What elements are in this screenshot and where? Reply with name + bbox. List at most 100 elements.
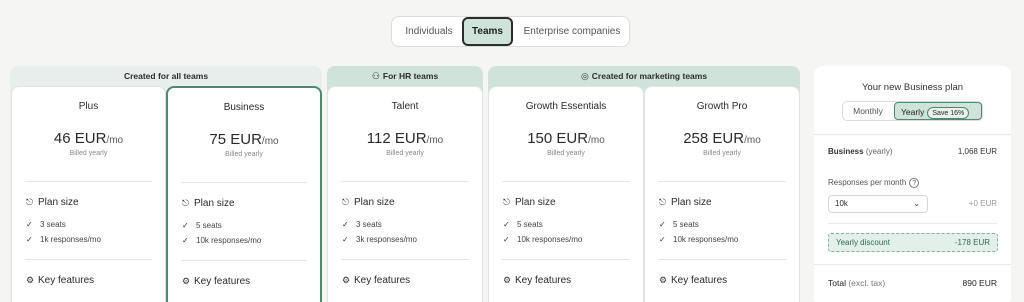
feature-text: 10k responses/mo	[517, 235, 583, 244]
responses-label: Responses per month	[828, 178, 907, 187]
check-icon: ✓	[659, 235, 666, 244]
billing-note: Billed yearly	[703, 150, 741, 157]
plan-size-label: Plan size	[38, 197, 79, 208]
price-unit: /mo	[744, 135, 761, 146]
tag-icon: ⎋	[26, 197, 34, 207]
plan-size-label: Plan size	[354, 197, 395, 208]
features-icon: ⚙	[659, 275, 668, 285]
responses-select[interactable]: 10k ⌄	[828, 195, 928, 213]
billing-monthly-option[interactable]: Monthly	[843, 102, 893, 120]
key-features-heading: ⚙ Key features	[182, 276, 250, 287]
people-icon: ⚇	[371, 71, 380, 81]
feature-responses: ✓ 1k responses/mo	[26, 235, 101, 244]
help-icon[interactable]: ?	[909, 178, 920, 188]
plan-summary-panel: Your new Business plan Monthly Yearly Sav…	[814, 66, 1011, 302]
feature-text: 3 seats	[40, 220, 66, 229]
key-features-label: Key features	[671, 275, 728, 286]
plan-size-heading: ⎋ Plan size	[659, 197, 712, 208]
check-icon: ✓	[26, 220, 33, 229]
divider	[814, 264, 1011, 265]
plan-card-growth-pro[interactable]: Growth Pro 258 EUR/mo Billed yearly ⎋ Pla…	[644, 86, 800, 302]
tab-enterprise-companies[interactable]: Enterprise companies	[518, 17, 626, 46]
features-icon: ⚙	[182, 276, 191, 286]
key-features-label: Key features	[194, 276, 251, 287]
feature-seats: ✓ 3 seats	[26, 220, 66, 229]
plan-price: 46 EUR/mo	[12, 130, 165, 147]
line-item-price: 1,068 EUR	[957, 147, 997, 156]
billing-yearly-option[interactable]: Yearly Save 16%	[894, 102, 982, 120]
plan-card-talent[interactable]: Talent 112 EUR/mo Billed yearly ⎋ Plan si…	[327, 86, 483, 302]
summary-title: Your new Business plan	[861, 82, 964, 93]
plan-name: Growth Essentials	[525, 101, 607, 112]
check-icon: ✓	[182, 236, 189, 245]
divider	[181, 182, 307, 183]
save-badge: Save 16%	[927, 107, 970, 119]
key-features-heading: ⚙ Key features	[503, 275, 571, 286]
plan-name: Talent	[391, 101, 419, 112]
key-features-heading: ⚙ Key features	[26, 275, 94, 286]
plan-price: 150 EUR/mo	[489, 130, 643, 147]
divider	[181, 260, 307, 261]
plan-card-plus[interactable]: Plus 46 EUR/mo Billed yearly ⎋ Plan size …	[11, 86, 166, 302]
plan-card-business[interactable]: Business 75 EUR/mo Billed yearly ⎋ Plan s…	[166, 86, 322, 302]
business-line-item: Business (yearly) 1,068 EUR	[828, 147, 997, 156]
divider	[828, 223, 997, 224]
check-icon: ✓	[342, 220, 349, 229]
features-icon: ⚙	[342, 275, 351, 285]
features-icon: ⚙	[26, 275, 35, 285]
plan-size-heading: ⎋ Plan size	[182, 198, 235, 209]
check-icon: ✓	[503, 220, 510, 229]
plan-card-growth-essentials[interactable]: Growth Essentials 150 EUR/mo Billed year…	[488, 86, 644, 302]
divider	[658, 259, 786, 260]
group-header-all-teams: Created for all teams	[10, 66, 322, 86]
plan-size-heading: ⎋ Plan size	[503, 197, 556, 208]
price-amount: 150 EUR	[527, 130, 589, 147]
discount-value: -178 EUR	[954, 238, 990, 247]
target-icon: ◎	[580, 71, 589, 81]
group-label: For HR teams	[382, 71, 439, 81]
key-features-label: Key features	[354, 275, 411, 286]
key-features-heading: ⚙ Key features	[342, 275, 410, 286]
total-row: Total (excl. tax) 890 EUR	[828, 278, 997, 288]
billing-note: Billed yearly	[386, 150, 424, 157]
billing-note: Billed yearly	[69, 150, 108, 157]
plan-name: Business	[223, 102, 265, 113]
plan-price: 75 EUR/mo	[168, 131, 320, 148]
check-icon: ✓	[503, 235, 510, 244]
feature-text: 3k responses/mo	[356, 235, 417, 244]
total-label: Total	[828, 278, 846, 288]
feature-text: 5 seats	[673, 220, 699, 229]
tag-icon: ⎋	[182, 198, 190, 208]
plan-size-heading: ⎋ Plan size	[26, 197, 79, 208]
yearly-discount-row: Yearly discount -178 EUR	[828, 233, 998, 252]
tab-individuals[interactable]: Individuals	[398, 17, 460, 46]
plan-price: 258 EUR/mo	[645, 130, 799, 147]
divider	[814, 134, 1011, 135]
discount-label: Yearly discount	[836, 238, 890, 247]
plan-price: 112 EUR/mo	[328, 130, 482, 147]
key-features-heading: ⚙ Key features	[659, 275, 727, 286]
feature-text: 5 seats	[517, 220, 543, 229]
group-label: Created for all teams	[123, 71, 209, 81]
price-amount: 112 EUR	[366, 130, 427, 147]
feature-seats: ✓ 5 seats	[503, 220, 543, 229]
feature-seats: ✓ 5 seats	[182, 221, 222, 230]
price-unit: /mo	[106, 135, 124, 146]
feature-seats: ✓ 3 seats	[342, 220, 382, 229]
responses-label-row: Responses per month?	[828, 178, 997, 188]
feature-text: 5 seats	[196, 221, 222, 230]
tab-teams[interactable]: Teams	[462, 17, 513, 46]
responses-select-value: 10k	[835, 199, 848, 208]
check-icon: ✓	[659, 220, 666, 229]
feature-responses: ✓ 10k responses/mo	[659, 235, 738, 244]
plan-size-heading: ⎋ Plan size	[342, 197, 395, 208]
check-icon: ✓	[182, 221, 189, 230]
chevron-down-icon: ⌄	[913, 199, 920, 208]
price-amount: 258 EUR	[683, 130, 745, 147]
audience-tab-switcher: Individuals Teams Enterprise companies	[391, 16, 630, 47]
price-unit: /mo	[261, 136, 279, 147]
feature-responses: ✓ 10k responses/mo	[503, 235, 582, 244]
feature-text: 10k responses/mo	[196, 236, 262, 245]
feature-responses: ✓ 10k responses/mo	[182, 236, 261, 245]
price-unit: /mo	[588, 135, 605, 146]
